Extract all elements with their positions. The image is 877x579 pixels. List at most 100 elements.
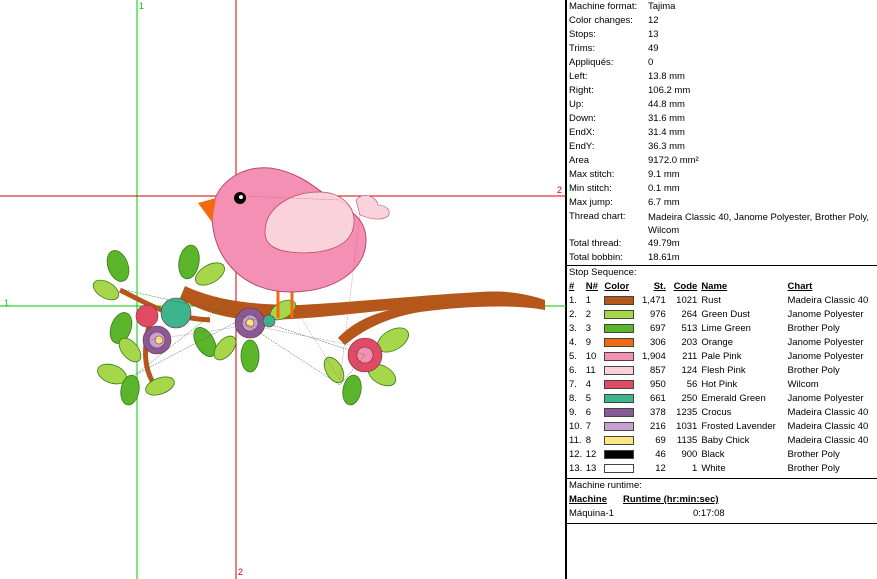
- info-value: 0: [648, 57, 654, 68]
- stop-needle: 5: [585, 393, 592, 404]
- stop-needle: 1: [585, 295, 592, 306]
- info-key: Stops:: [569, 29, 596, 40]
- stop-color-name: Pale Pink: [701, 351, 742, 362]
- stop-stitches: 976: [649, 309, 666, 320]
- runtime-machine: Máquina-1: [569, 508, 614, 519]
- info-row: Total thread: 49.79m: [567, 237, 877, 251]
- info-value: Madeira Classic 40, Janome Polyester, Br…: [648, 212, 870, 236]
- stop-chart: Brother Poly: [787, 449, 840, 460]
- color-swatch: [604, 323, 635, 333]
- stop-color-name: Flesh Pink: [701, 365, 746, 376]
- stop-stitches: 69: [655, 435, 666, 446]
- col-header-code: Code: [673, 281, 698, 292]
- info-value: 6.7 mm: [648, 197, 680, 208]
- stop-chart: Brother Poly: [787, 463, 840, 474]
- stop-color-swatch: [604, 350, 638, 364]
- info-value: 31.4 mm: [648, 127, 685, 138]
- color-swatch: [604, 435, 635, 445]
- stop-index: 11.: [569, 435, 582, 446]
- design-canvas[interactable]: 1 2 1 2: [0, 0, 566, 579]
- color-swatch: [604, 379, 635, 389]
- info-value: 12: [648, 15, 659, 26]
- color-swatch: [604, 449, 635, 459]
- stop-chart: Janome Polyester: [787, 351, 864, 362]
- stop-index: 1.: [569, 295, 577, 306]
- stop-row: 12. 12 46 900 Black Brother Poly: [569, 448, 877, 462]
- stop-needle: 11: [585, 365, 596, 376]
- stop-color-name: Rust: [701, 295, 721, 306]
- info-value: Tajima: [648, 1, 676, 12]
- stop-chart: Janome Polyester: [787, 337, 864, 348]
- stop-color-name: Hot Pink: [701, 379, 738, 390]
- stop-index: 4.: [569, 337, 577, 348]
- stop-row: 10. 7 216 1031 Frosted Lavender Madeira Class…: [569, 420, 877, 434]
- stop-stitches: 857: [649, 365, 666, 376]
- stop-chart: Madeira Classic 40: [787, 421, 869, 432]
- stop-stitches: 46: [655, 449, 666, 460]
- color-swatch: [604, 407, 635, 417]
- stop-row: 5. 10 1,904 211 Pale Pink Janome Polyester: [569, 350, 877, 364]
- stop-stitches: 306: [649, 337, 666, 348]
- stop-index: 2.: [569, 309, 577, 320]
- color-swatch: [604, 365, 635, 375]
- stop-row: 8. 5 661 250 Emerald Green Janome Polyester: [569, 392, 877, 406]
- stop-index: 7.: [569, 379, 577, 390]
- stop-stitches: 378: [649, 407, 666, 418]
- stop-stitches: 697: [649, 323, 666, 334]
- stop-code: 250: [681, 393, 698, 404]
- stop-color-swatch: [604, 308, 638, 322]
- color-swatch: [604, 393, 635, 403]
- horizontal-guide-2-label: 2: [557, 185, 563, 195]
- stop-needle: 10: [585, 351, 597, 362]
- info-value: 49.79m: [648, 238, 680, 249]
- info-row: Appliqués: 0: [567, 56, 877, 70]
- runtime-header: Machine Runtime (hr:min:sec): [567, 493, 877, 507]
- design-info-list: Machine format: Tajima Color changes: 12 Sto…: [567, 0, 877, 265]
- info-row: Total bobbin: 18.61m: [567, 251, 877, 265]
- stop-index: 5.: [569, 351, 577, 362]
- stop-index: 12.: [569, 449, 583, 460]
- col-header-needle: N#: [585, 281, 598, 292]
- info-row: Area 9172.0 mm²: [567, 154, 877, 168]
- color-swatch: [604, 463, 635, 473]
- design-info-panel: Machine format: Tajima Color changes: 12 Sto…: [566, 0, 877, 579]
- color-swatch: [604, 351, 635, 361]
- stop-index: 6.: [569, 365, 577, 376]
- info-key: Thread chart:: [569, 211, 626, 222]
- stop-needle: 9: [585, 337, 592, 348]
- stop-code: 264: [681, 309, 698, 320]
- stop-color-name: White: [701, 463, 726, 474]
- stop-chart: Janome Polyester: [787, 393, 864, 404]
- info-row: Thread chart: Madeira Classic 40, Janome …: [567, 210, 877, 237]
- stop-code: 1135: [676, 435, 698, 446]
- info-key: Max stitch:: [569, 169, 615, 180]
- stop-sequence-table: # N# Color St. Code Name Chart 1. 1 1,471 1…: [569, 280, 877, 476]
- stop-row: 11. 8 69 1135 Baby Chick Madeira Classic 40: [569, 434, 877, 448]
- stop-color-name: Lime Green: [701, 323, 751, 334]
- stop-code: 124: [681, 365, 698, 376]
- stop-stitches: 661: [649, 393, 666, 404]
- info-value: 9172.0 mm²: [648, 155, 699, 166]
- stop-index: 10.: [569, 421, 583, 432]
- info-row: Left: 13.8 mm: [567, 70, 877, 84]
- stop-row: 1. 1 1,471 1021 Rust Madeira Classic 40: [569, 294, 877, 308]
- stop-color-swatch: [604, 448, 638, 462]
- stop-color-name: Emerald Green: [701, 393, 766, 404]
- stop-stitches: 1,904: [642, 351, 666, 362]
- info-value: 13: [648, 29, 659, 40]
- info-key: Machine format:: [569, 1, 638, 12]
- info-row: Color changes: 12: [567, 14, 877, 28]
- stop-row: 2. 2 976 264 Green Dust Janome Polyester: [569, 308, 877, 322]
- stop-color-swatch: [604, 294, 638, 308]
- info-row: EndX: 31.4 mm: [567, 126, 877, 140]
- info-key: Left:: [569, 71, 588, 82]
- stop-code: 513: [681, 323, 698, 334]
- stop-color-name: Crocus: [701, 407, 732, 418]
- info-row: Max jump: 6.7 mm: [567, 196, 877, 210]
- info-key: Total bobbin:: [569, 252, 623, 263]
- info-row: Min stitch: 0.1 mm: [567, 182, 877, 196]
- info-key: EndY:: [569, 141, 595, 152]
- stop-needle: 7: [585, 421, 592, 432]
- vertical-guide-2-label: 2: [238, 567, 244, 577]
- col-header-name: Name: [701, 281, 728, 292]
